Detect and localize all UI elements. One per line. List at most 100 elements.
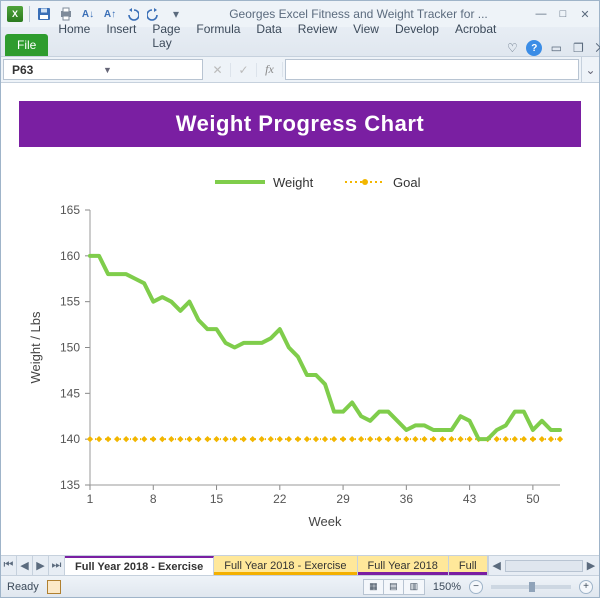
ribbon-restore-icon[interactable]: ❐ bbox=[570, 40, 586, 56]
y-tick-label: 145 bbox=[60, 386, 80, 400]
hscroll-left-icon[interactable]: ◀ bbox=[489, 559, 505, 572]
zoom-level[interactable]: 150% bbox=[433, 581, 461, 593]
name-box-value: P63 bbox=[12, 63, 103, 77]
goal-marker bbox=[168, 436, 174, 442]
tab-data[interactable]: Data bbox=[248, 16, 289, 56]
maximize-icon[interactable]: □ bbox=[555, 6, 571, 22]
goal-marker bbox=[403, 436, 409, 442]
goal-marker bbox=[385, 436, 391, 442]
goal-marker bbox=[358, 436, 364, 442]
goal-marker bbox=[123, 436, 129, 442]
y-tick-label: 155 bbox=[60, 295, 80, 309]
y-tick-label: 160 bbox=[60, 249, 80, 263]
view-page-layout-icon[interactable]: ▤ bbox=[384, 580, 404, 594]
goal-marker bbox=[376, 436, 382, 442]
goal-marker bbox=[141, 436, 147, 442]
hscroll-right-icon[interactable]: ▶ bbox=[583, 559, 599, 572]
view-normal-icon[interactable]: ▦ bbox=[364, 580, 384, 594]
tab-develop[interactable]: Develop bbox=[387, 16, 447, 56]
tab-nav-last-icon[interactable]: ⏭ bbox=[49, 556, 65, 575]
y-tick-label: 165 bbox=[60, 203, 80, 217]
goal-marker bbox=[322, 436, 328, 442]
goal-marker bbox=[150, 436, 156, 442]
goal-marker bbox=[494, 436, 500, 442]
file-tab[interactable]: File bbox=[5, 34, 48, 56]
x-tick-label: 29 bbox=[336, 492, 350, 506]
tab-insert[interactable]: Insert bbox=[98, 16, 144, 56]
goal-marker bbox=[367, 436, 373, 442]
macro-record-icon[interactable] bbox=[47, 580, 61, 594]
sheet-tab-3[interactable]: Full bbox=[449, 556, 488, 575]
zoom-slider[interactable] bbox=[491, 585, 571, 589]
goal-marker bbox=[232, 436, 238, 442]
tab-formula[interactable]: Formula bbox=[188, 16, 248, 56]
tab-review[interactable]: Review bbox=[290, 16, 345, 56]
goal-marker bbox=[87, 436, 93, 442]
x-axis-title: Week bbox=[309, 514, 342, 529]
close-icon[interactable]: ✕ bbox=[577, 6, 593, 22]
x-tick-label: 43 bbox=[463, 492, 477, 506]
name-box[interactable]: P63 ▼ bbox=[3, 59, 203, 80]
sheet-tab-2[interactable]: Full Year 2018 bbox=[358, 556, 449, 575]
y-tick-label: 140 bbox=[60, 432, 80, 446]
goal-marker bbox=[295, 436, 301, 442]
zoom-in-icon[interactable]: + bbox=[579, 580, 593, 594]
zoom-out-icon[interactable]: − bbox=[469, 580, 483, 594]
x-tick-label: 36 bbox=[400, 492, 414, 506]
goal-marker bbox=[467, 436, 473, 442]
insert-function-icon[interactable]: fx bbox=[257, 62, 283, 77]
weight-line bbox=[90, 256, 560, 439]
x-tick-label: 50 bbox=[526, 492, 540, 506]
formula-bar[interactable] bbox=[285, 59, 579, 80]
tab-view[interactable]: View bbox=[345, 16, 387, 56]
tab-home[interactable]: Home bbox=[50, 16, 98, 56]
view-page-break-icon[interactable]: ▥ bbox=[404, 580, 424, 594]
sheet-tab-0[interactable]: Full Year 2018 - Exercise bbox=[65, 556, 214, 575]
chart-area: WeightGoal135140145150155160165181522293… bbox=[19, 159, 581, 541]
x-tick-label: 1 bbox=[87, 492, 94, 506]
goal-marker bbox=[557, 436, 563, 442]
goal-marker bbox=[105, 436, 111, 442]
goal-marker bbox=[159, 436, 165, 442]
ribbon-customize-icon[interactable]: ♡ bbox=[504, 40, 520, 56]
goal-marker bbox=[204, 436, 210, 442]
legend-goal-label: Goal bbox=[393, 175, 421, 190]
tab-page-lay[interactable]: Page Lay bbox=[144, 16, 188, 56]
tab-nav-prev-icon[interactable]: ◀ bbox=[17, 556, 33, 575]
goal-marker bbox=[304, 436, 310, 442]
status-ready: Ready bbox=[7, 581, 39, 593]
goal-marker bbox=[439, 436, 445, 442]
help-icon[interactable]: ? bbox=[526, 40, 542, 56]
hscroll-track[interactable] bbox=[505, 560, 583, 572]
goal-marker bbox=[313, 436, 319, 442]
goal-marker bbox=[259, 436, 265, 442]
goal-marker bbox=[340, 436, 346, 442]
goal-marker bbox=[430, 436, 436, 442]
formula-bar-expand-icon[interactable]: ⌄ bbox=[581, 57, 599, 82]
tab-acrobat[interactable]: Acrobat bbox=[447, 16, 504, 56]
goal-marker bbox=[349, 436, 355, 442]
goal-marker bbox=[241, 436, 247, 442]
goal-marker bbox=[539, 436, 545, 442]
goal-marker bbox=[213, 436, 219, 442]
minimize-icon[interactable]: — bbox=[533, 6, 549, 22]
enter-formula-icon[interactable]: ✓ bbox=[231, 63, 257, 77]
sheet-tab-1[interactable]: Full Year 2018 - Exercise bbox=[214, 556, 357, 575]
legend-weight-label: Weight bbox=[273, 175, 314, 190]
goal-marker bbox=[412, 436, 418, 442]
chart-svg: WeightGoal135140145150155160165181522293… bbox=[20, 160, 580, 540]
goal-marker bbox=[132, 436, 138, 442]
ribbon-close-icon[interactable]: ⨉ bbox=[592, 40, 600, 56]
goal-marker bbox=[96, 436, 102, 442]
y-tick-label: 135 bbox=[60, 478, 80, 492]
tab-nav-first-icon[interactable]: ⏮ bbox=[1, 556, 17, 575]
x-tick-label: 15 bbox=[210, 492, 224, 506]
tab-nav-next-icon[interactable]: ▶ bbox=[33, 556, 49, 575]
goal-marker bbox=[177, 436, 183, 442]
cancel-formula-icon[interactable]: ✕ bbox=[205, 63, 231, 77]
goal-marker bbox=[394, 436, 400, 442]
ribbon-minimize-icon[interactable]: ▭ bbox=[548, 40, 564, 56]
name-box-dropdown-icon[interactable]: ▼ bbox=[103, 65, 194, 75]
goal-marker bbox=[421, 436, 427, 442]
goal-marker bbox=[530, 436, 536, 442]
